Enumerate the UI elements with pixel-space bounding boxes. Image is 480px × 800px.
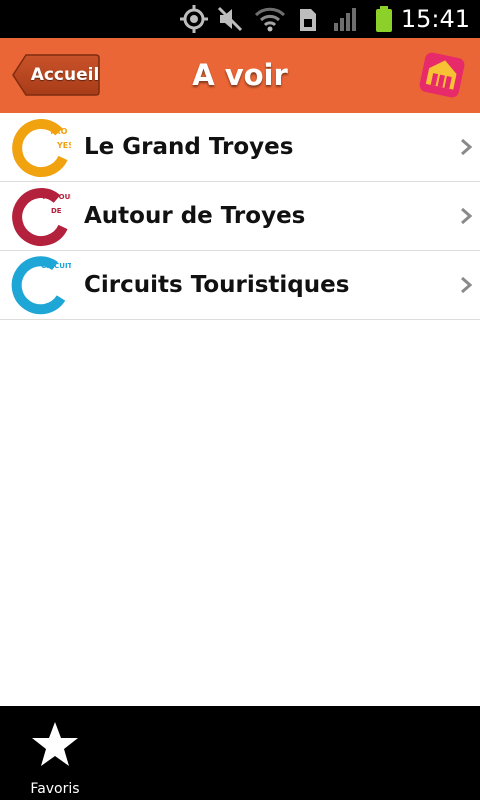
list-item-circuits-touristiques[interactable]: CIRCUITS Circuits Touristiques bbox=[0, 251, 480, 320]
signal-icon bbox=[334, 8, 356, 31]
chevron-right-icon bbox=[461, 139, 472, 155]
svg-text:CIRCUITS: CIRCUITS bbox=[41, 262, 71, 270]
le-grand-troyes-logo-icon: TRO YES bbox=[12, 119, 71, 178]
star-icon bbox=[32, 722, 78, 766]
action-bar: Accueil A voir bbox=[0, 38, 480, 114]
home-logo-icon[interactable] bbox=[418, 51, 466, 99]
svg-text:DE: DE bbox=[51, 207, 62, 215]
list-item-label: Le Grand Troyes bbox=[84, 134, 294, 160]
clock: 15:41 bbox=[400, 5, 470, 33]
sim-icon bbox=[300, 9, 316, 31]
back-button-label: Accueil bbox=[30, 65, 100, 85]
wifi-icon bbox=[254, 7, 286, 32]
battery-icon bbox=[376, 6, 392, 32]
chevron-right-icon bbox=[461, 277, 472, 293]
list-item-le-grand-troyes[interactable]: TRO YES Le Grand Troyes bbox=[0, 113, 480, 182]
gps-icon bbox=[180, 5, 208, 33]
circuits-touristiques-logo-icon: CIRCUITS bbox=[11, 256, 71, 315]
svg-text:YES: YES bbox=[56, 141, 71, 150]
chevron-right-icon bbox=[461, 208, 472, 224]
svg-text:TRO: TRO bbox=[49, 127, 68, 136]
list-item-label: Circuits Touristiques bbox=[84, 272, 350, 298]
back-button[interactable]: Accueil bbox=[12, 54, 100, 96]
tab-favoris-label: Favoris bbox=[30, 781, 80, 797]
status-bar: 15:41 bbox=[0, 0, 480, 38]
bottom-tab-bar: Favoris bbox=[0, 706, 480, 800]
mute-icon bbox=[217, 6, 243, 32]
list-item-label: Autour de Troyes bbox=[84, 203, 306, 229]
category-list: TRO YES Le Grand Troyes AUTOUR DE Autour… bbox=[0, 113, 480, 320]
list-item-autour-de-troyes[interactable]: AUTOUR DE Autour de Troyes bbox=[0, 182, 480, 251]
tab-favoris[interactable]: Favoris bbox=[14, 706, 96, 800]
svg-text:AUTOUR: AUTOUR bbox=[43, 193, 71, 201]
autour-de-troyes-logo-icon: AUTOUR DE bbox=[12, 188, 71, 247]
page-title: A voir bbox=[192, 58, 288, 92]
